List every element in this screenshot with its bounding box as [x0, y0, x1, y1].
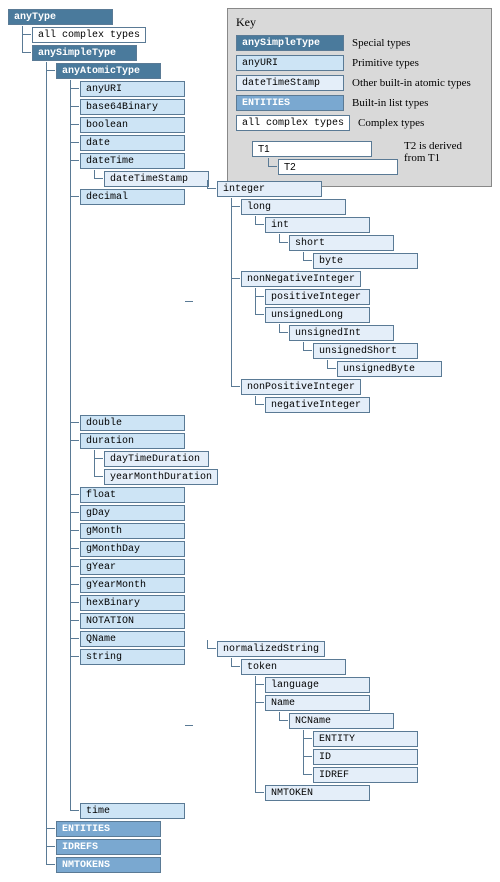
node-gmonthday: gMonthDay [80, 541, 185, 557]
node-positiveinteger: positiveInteger [265, 289, 370, 305]
node-decimal: decimal [80, 189, 185, 205]
node-unsignedlong: unsignedLong [265, 307, 370, 323]
node-daytimeduration: dayTimeDuration [104, 451, 209, 467]
node-nmtokens: NMTOKENS [56, 857, 161, 873]
node-gyearmonth: gYearMonth [80, 577, 185, 593]
node-token: token [241, 659, 346, 675]
node-duration: duration [80, 433, 185, 449]
node-anysimpletype: anySimpleType [32, 45, 137, 61]
node-double: double [80, 415, 185, 431]
node-entities: ENTITIES [56, 821, 161, 837]
node-all-complex: all complex types [32, 27, 146, 43]
node-gmonth: gMonth [80, 523, 185, 539]
node-string: string [80, 649, 185, 665]
node-anytype: anyType [8, 9, 113, 25]
node-unsignedbyte: unsignedByte [337, 361, 442, 377]
node-hexbinary: hexBinary [80, 595, 185, 611]
node-notation: NOTATION [80, 613, 185, 629]
node-short: short [289, 235, 394, 251]
node-base64binary: base64Binary [80, 99, 185, 115]
node-unsignedint: unsignedInt [289, 325, 394, 341]
node-unsignedshort: unsignedShort [313, 343, 418, 359]
node-integer: integer [217, 181, 322, 197]
node-long: long [241, 199, 346, 215]
node-idrefs: IDREFS [56, 839, 161, 855]
node-yearmonthduration: yearMonthDuration [104, 469, 218, 485]
node-date: date [80, 135, 185, 151]
node-datetime: dateTime [80, 153, 185, 169]
node-nmtoken: NMTOKEN [265, 785, 370, 801]
node-byte: byte [313, 253, 418, 269]
node-id: ID [313, 749, 418, 765]
node-boolean: boolean [80, 117, 185, 133]
node-entity: ENTITY [313, 731, 418, 747]
node-normalizedstring: normalizedString [217, 641, 325, 657]
node-name: Name [265, 695, 370, 711]
node-negativeinteger: negativeInteger [265, 397, 370, 413]
node-float: float [80, 487, 185, 503]
node-nonpositiveinteger: nonPositiveInteger [241, 379, 361, 395]
node-language: language [265, 677, 370, 693]
type-tree: anyType all complex types anySimpleType … [8, 8, 492, 874]
node-int: int [265, 217, 370, 233]
node-anyuri: anyURI [80, 81, 185, 97]
node-qname: QName [80, 631, 185, 647]
node-gyear: gYear [80, 559, 185, 575]
node-nonnegativeinteger: nonNegativeInteger [241, 271, 361, 287]
node-time: time [80, 803, 185, 819]
node-anyatomictype: anyAtomicType [56, 63, 161, 79]
node-ncname: NCName [289, 713, 394, 729]
node-idref: IDREF [313, 767, 418, 783]
node-gday: gDay [80, 505, 185, 521]
